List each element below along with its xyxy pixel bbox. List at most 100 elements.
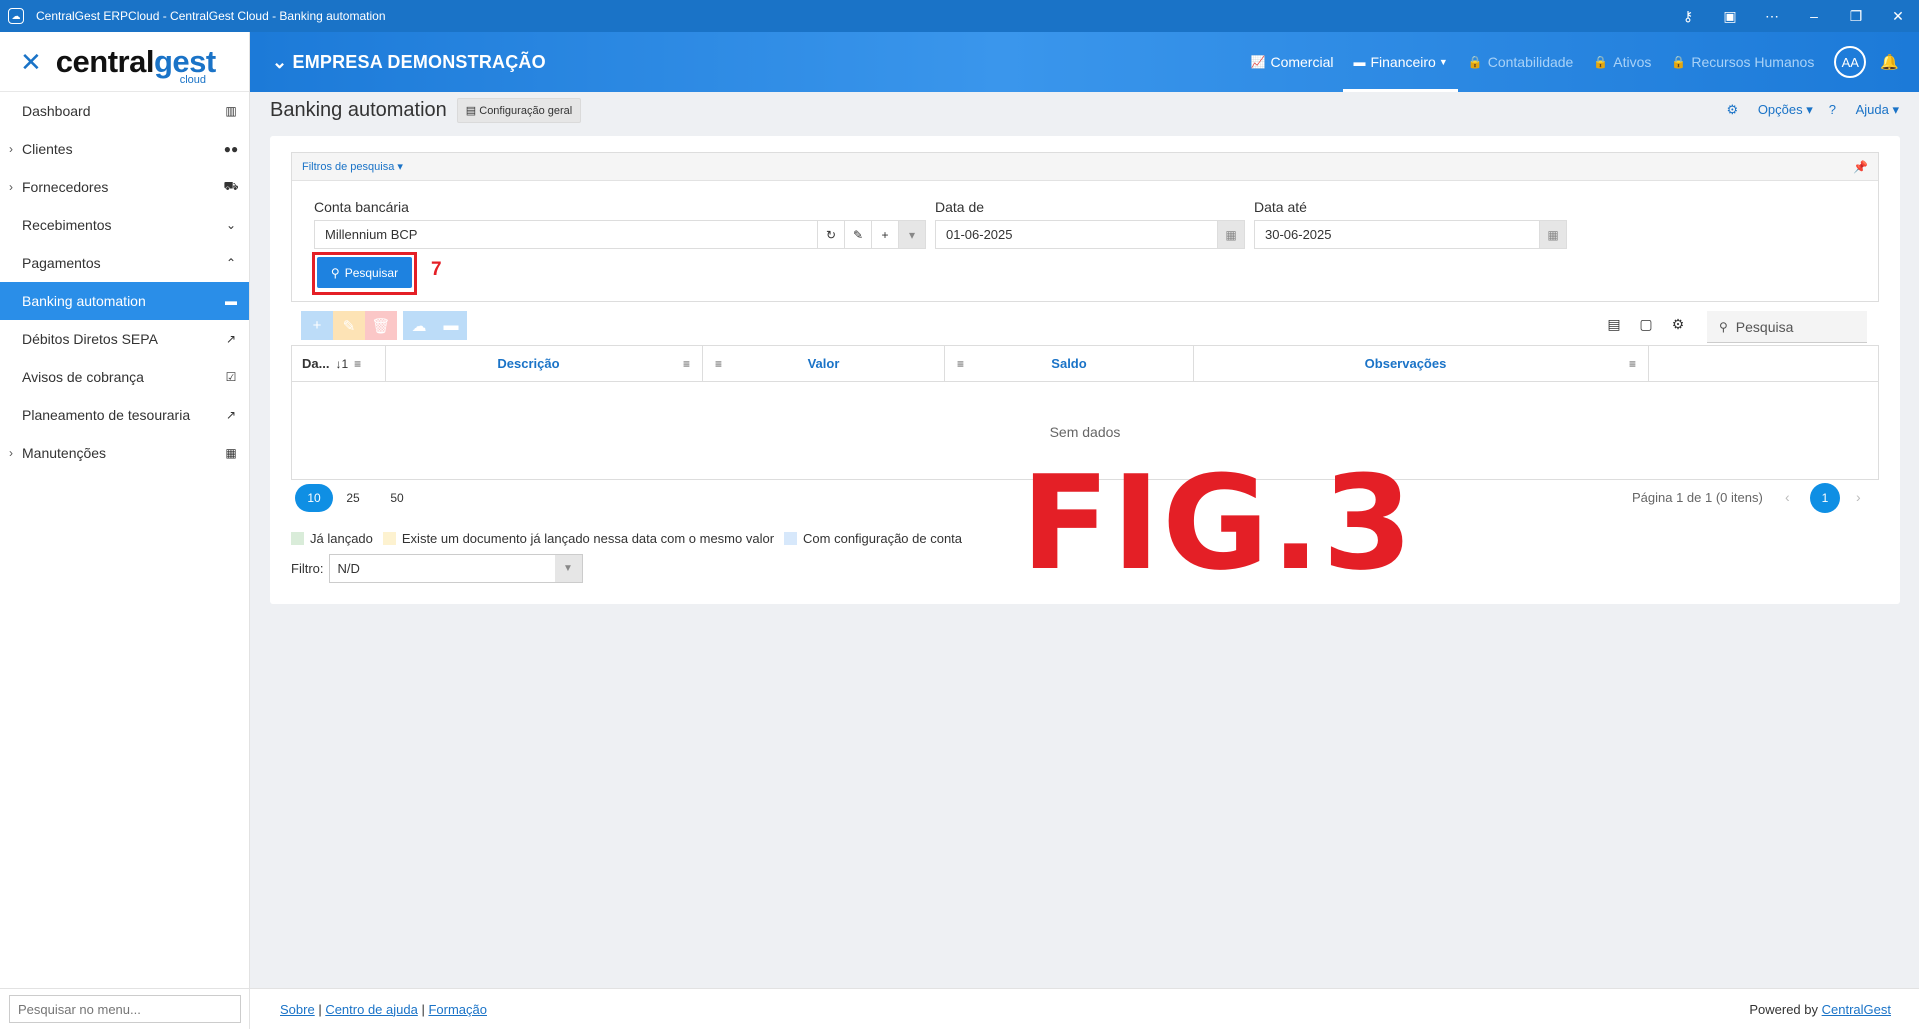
nav-ativos[interactable]: 🔒 Ativos	[1583, 32, 1661, 92]
filtro-select[interactable]: N/D ▼	[328, 554, 583, 583]
delete-row-button[interactable]: 🗑	[365, 311, 397, 340]
filter-icon[interactable]: ≡	[348, 357, 367, 371]
sidebar-item-planeamento-de-tesouraria[interactable]: Planeamento de tesouraria ↗	[0, 396, 249, 434]
link-centro-de-ajuda[interactable]: Centro de ajuda	[325, 1002, 418, 1017]
sidebar-item-dashboard[interactable]: Dashboard ▥	[0, 92, 249, 130]
external-link-icon: ↗	[225, 332, 237, 346]
legend-label: Já lançado	[310, 531, 373, 546]
page-size-50[interactable]: 50	[382, 484, 412, 512]
cast-icon[interactable]: ▣	[1709, 8, 1751, 25]
filtro-row: Filtro: N/D ▼	[291, 554, 583, 583]
nav-financeiro[interactable]: ▬ Financeiro ▼	[1343, 32, 1459, 92]
sidebar-item-avisos-de-cobranca[interactable]: Avisos de cobrança ☑	[0, 358, 249, 396]
more-icon[interactable]: ⋯	[1751, 8, 1793, 25]
caret-down-icon: ▼	[1438, 57, 1448, 67]
edit-icon[interactable]: ✎	[844, 221, 871, 248]
pesquisar-button[interactable]: ⚲ Pesquisar	[317, 257, 412, 288]
data-de-field[interactable]: 01-06-2025 ▦	[935, 220, 1245, 249]
column-header-saldo[interactable]: ≡ Saldo ≡	[945, 346, 1194, 381]
legend-swatch	[291, 532, 304, 545]
column-header-data[interactable]: Da... ↓1 ≡	[292, 346, 386, 381]
restore-button[interactable]: ❐	[1835, 8, 1877, 25]
sidebar-item-recebimentos[interactable]: Recebimentos ⌄	[0, 206, 249, 244]
sidebar-item-label: Avisos de cobrança	[22, 369, 144, 385]
sidebar-search-input[interactable]	[9, 995, 241, 1023]
sidebar-item-manutencoes[interactable]: › Manutenções ▦	[0, 434, 249, 472]
data-ate-field[interactable]: 30-06-2025 ▦	[1254, 220, 1567, 249]
column-title: Da...	[302, 356, 330, 371]
filtro-value: N/D	[337, 561, 360, 576]
sidebar-item-fornecedores[interactable]: › Fornecedores ⛟	[0, 168, 249, 206]
column-header-observacoes[interactable]: Observações ≡	[1194, 346, 1649, 381]
filter-icon[interactable]: ≡	[703, 357, 734, 371]
edit-row-button[interactable]: ✎	[333, 311, 365, 340]
key-icon[interactable]: ⚷	[1667, 8, 1709, 25]
nav-label: Contabilidade	[1487, 54, 1574, 70]
avatar[interactable]: AA	[1834, 46, 1867, 78]
filter-icon[interactable]: ≡	[671, 357, 702, 371]
page-title-bar: Banking automation ▤ Configuração geral	[270, 98, 582, 123]
calendar-icon[interactable]: ▦	[1539, 221, 1566, 248]
next-page-icon[interactable]: ›	[1856, 489, 1861, 505]
page-options: ⚙ Opções ▾ ? Ajuda ▾	[1711, 102, 1899, 118]
config-geral-button[interactable]: ▤ Configuração geral	[456, 98, 582, 123]
sidebar-item-debitos-diretos-sepa[interactable]: Débitos Diretos SEPA ↗	[0, 320, 249, 358]
page-1-button[interactable]: 1	[1810, 483, 1840, 513]
nav-recursos-humanos[interactable]: 🔒 Recursos Humanos	[1661, 32, 1824, 92]
close-button[interactable]: ✕	[1877, 8, 1919, 25]
options-menu[interactable]: ⚙ Opções ▾	[1727, 102, 1813, 118]
filters-header[interactable]: Filtros de pesquisa ▾ 📌	[292, 153, 1878, 181]
export-icon[interactable]: ▤	[1598, 316, 1630, 333]
sidebar-item-label: Clientes	[22, 141, 73, 157]
add-row-button[interactable]: +	[301, 311, 333, 340]
sidebar-item-pagamentos[interactable]: Pagamentos ⌃	[0, 244, 249, 282]
nav-contabilidade[interactable]: 🔒 Contabilidade	[1458, 32, 1584, 92]
settings-icon[interactable]: ⚙	[1662, 316, 1694, 333]
column-header-descricao[interactable]: Descrição ≡	[386, 346, 703, 381]
card-button[interactable]: ▬	[435, 311, 467, 340]
assign-button[interactable]: ☁	[403, 311, 435, 340]
data-de-value: 01-06-2025	[946, 227, 1013, 242]
legend-swatch	[784, 532, 798, 545]
conta-bancaria-field[interactable]: Millennium BCP ↻ ✎ + ▾	[314, 220, 926, 249]
filter-icon[interactable]: ≡	[945, 357, 976, 371]
company-name: EMPRESA DEMONSTRAÇÃO	[292, 51, 546, 72]
pin-icon[interactable]: 📌	[1853, 160, 1868, 174]
link-sobre[interactable]: Sobre	[280, 1002, 315, 1017]
help-menu[interactable]: ? Ajuda ▾	[1829, 102, 1899, 118]
calendar-icon[interactable]: ▦	[1217, 221, 1244, 248]
chevron-down-icon[interactable]: ▼	[554, 555, 582, 582]
link-centralgest[interactable]: CentralGest	[1822, 1002, 1891, 1017]
top-header: ⌄ EMPRESA DEMONSTRAÇÃO 📈 Comercial ▬ Finan…	[250, 32, 1919, 92]
prev-page-icon[interactable]: ‹	[1785, 489, 1790, 505]
sidebar-item-clientes[interactable]: › Clientes ●●	[0, 130, 249, 168]
legend: Já lançado Existe um documento já lançad…	[291, 531, 972, 546]
page-size-10[interactable]: 10	[295, 484, 333, 512]
nav-label: Comercial	[1270, 54, 1334, 70]
sidebar-item-banking-automation[interactable]: Banking automation ▬	[0, 282, 249, 320]
minimize-button[interactable]: –	[1793, 8, 1835, 24]
sidebar-item-label: Manutenções	[22, 445, 107, 461]
bell-icon[interactable]: 🔔	[1880, 53, 1899, 71]
legend-documento-lancado: Existe um documento já lançado nessa dat…	[382, 531, 774, 546]
grid-search-input[interactable]: ⚲ Pesquisa	[1707, 311, 1867, 343]
footer: Sobre | Centro de ajuda | Formação Power…	[250, 988, 1919, 1029]
page-size-25[interactable]: 25	[338, 484, 368, 512]
column-header-valor[interactable]: ≡ Valor ≡	[703, 346, 945, 381]
column-title: Saldo	[1051, 356, 1087, 371]
dropdown-arrow-icon[interactable]: ▾	[898, 221, 925, 248]
column-chooser-icon[interactable]: ▢	[1630, 316, 1662, 333]
add-icon[interactable]: +	[871, 221, 898, 248]
filter-icon[interactable]: ≡	[1617, 357, 1648, 371]
sidebar-nav: Dashboard ▥ › Clientes ●● › Fornecedores…	[0, 92, 249, 472]
company-selector[interactable]: ⌄ EMPRESA DEMONSTRAÇÃO	[272, 52, 1241, 73]
close-menu-icon[interactable]: ✕	[20, 49, 42, 75]
sidebar-item-label: Débitos Diretos SEPA	[22, 331, 158, 347]
refresh-icon[interactable]: ↻	[817, 221, 844, 248]
grid-tools: ▤ ▢ ⚙	[1598, 316, 1694, 333]
nav-comercial[interactable]: 📈 Comercial	[1241, 32, 1344, 92]
sidebar-item-label: Banking automation	[22, 293, 146, 309]
line-chart-icon: ↗	[225, 408, 237, 422]
help-label: Ajuda	[1855, 102, 1889, 117]
link-formacao[interactable]: Formação	[428, 1002, 487, 1017]
